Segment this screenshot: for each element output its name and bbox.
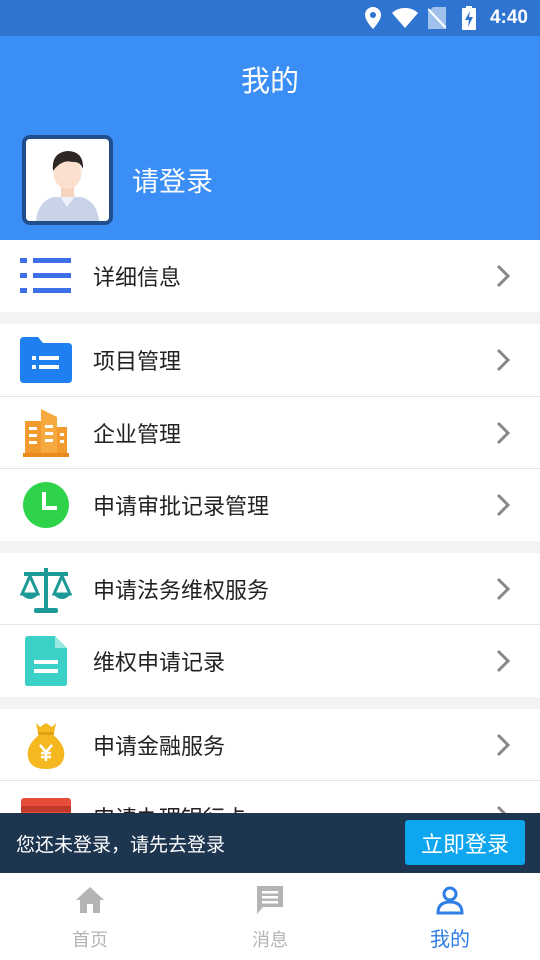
- menu-item-project-mgmt[interactable]: 项目管理: [0, 324, 540, 396]
- bottom-tab-bar: 首页 消息 我的: [0, 873, 540, 960]
- menu-item-label: 企业管理: [93, 423, 182, 448]
- clock-icon: [20, 479, 72, 531]
- menu-item-rights-records[interactable]: 维权申请记录: [0, 625, 540, 697]
- login-snackbar: 您还未登录，请先去登录 立即登录: [0, 813, 540, 873]
- location-icon: [360, 6, 386, 30]
- scales-icon: [20, 563, 72, 615]
- chevron-right-icon: [496, 493, 511, 517]
- status-bar: 4:40: [0, 0, 540, 36]
- person-icon: [436, 886, 464, 915]
- login-now-button[interactable]: 立即登录: [405, 820, 525, 865]
- chevron-right-icon: [496, 348, 511, 372]
- chevron-right-icon: [496, 733, 511, 757]
- page-title: 我的: [240, 64, 299, 98]
- money-bag-icon: [20, 719, 72, 771]
- menu-item-label: 申请法务维权服务: [93, 579, 270, 604]
- message-icon: [257, 886, 283, 914]
- login-prompt[interactable]: 请登录: [132, 160, 213, 199]
- menu-item-label: 详细信息: [93, 266, 182, 291]
- wifi-icon: [391, 6, 418, 30]
- document-icon: [20, 635, 72, 687]
- profile-header: 我的 请登录: [0, 36, 540, 240]
- chevron-right-icon: [496, 421, 511, 445]
- tab-label: 首页: [72, 930, 108, 951]
- tab-mine[interactable]: 我的: [360, 873, 540, 960]
- list-icon: [20, 250, 72, 302]
- avatar[interactable]: [22, 135, 113, 225]
- chevron-right-icon: [496, 264, 511, 288]
- battery-charging-icon: [456, 6, 482, 30]
- menu-item-approval-records[interactable]: 申请审批记录管理: [0, 469, 540, 541]
- tab-messages[interactable]: 消息: [180, 873, 360, 960]
- snackbar-message: 您还未登录，请先去登录: [16, 833, 226, 856]
- menu-item-label: 维权申请记录: [93, 651, 226, 676]
- menu-item-label: 申请审批记录管理: [93, 495, 270, 520]
- status-time: 4:40: [489, 7, 528, 28]
- home-icon: [76, 887, 104, 913]
- tab-home[interactable]: 首页: [0, 873, 180, 960]
- tab-label: 消息: [252, 930, 288, 951]
- menu-item-legal-service[interactable]: 申请法务维权服务: [0, 553, 540, 625]
- chevron-right-icon: [496, 649, 511, 673]
- folder-icon: [20, 334, 72, 386]
- menu-item-label: 申请金融服务: [93, 735, 226, 760]
- menu-item-label: 项目管理: [93, 350, 182, 375]
- chevron-right-icon: [496, 577, 511, 601]
- menu-item-details[interactable]: 详细信息: [0, 240, 540, 312]
- menu-item-enterprise-mgmt[interactable]: 企业管理: [0, 397, 540, 469]
- building-icon: [20, 407, 72, 459]
- menu-item-finance-service[interactable]: 申请金融服务: [0, 709, 540, 781]
- no-sim-icon: [424, 6, 450, 30]
- tab-label: 我的: [430, 927, 470, 951]
